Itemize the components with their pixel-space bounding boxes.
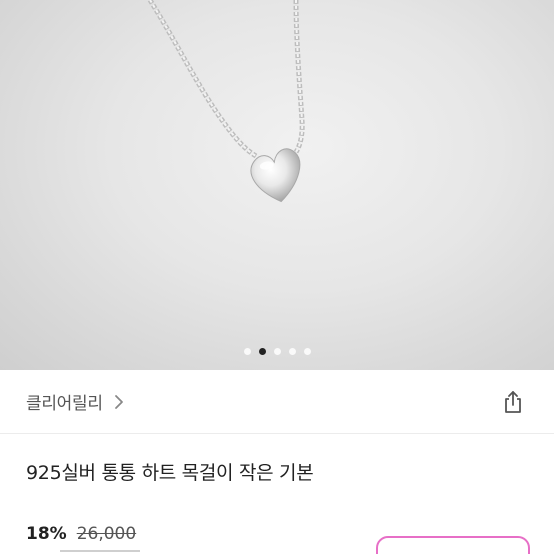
product-title: 925실버 통통 하트 목걸이 작은 기본 <box>26 462 314 484</box>
carousel-dot-active[interactable] <box>258 347 266 355</box>
action-button[interactable] <box>376 536 530 554</box>
store-link[interactable]: 클리어릴리 <box>0 370 554 434</box>
store-name[interactable]: 클리어릴리 <box>26 389 103 414</box>
original-price: 26,000 <box>76 524 137 544</box>
price-row: 18% 26,000 <box>26 524 136 544</box>
carousel-dot[interactable] <box>273 347 281 355</box>
carousel-dot[interactable] <box>243 347 251 355</box>
chevron-right-icon <box>114 394 123 409</box>
share-icon[interactable] <box>500 389 526 415</box>
carousel-indicator <box>0 345 554 357</box>
heart-necklace-icon <box>147 0 305 203</box>
divider <box>60 550 140 552</box>
carousel-dot[interactable] <box>288 347 296 355</box>
product-image[interactable] <box>0 0 554 370</box>
discount-rate: 18% <box>26 524 67 544</box>
carousel-dot[interactable] <box>303 347 311 355</box>
